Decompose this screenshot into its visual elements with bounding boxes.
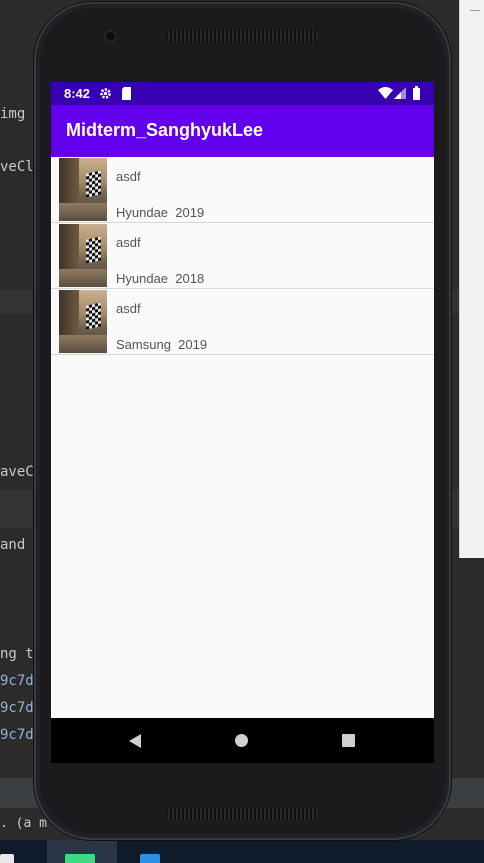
signal-icon [394, 87, 406, 99]
taskbar-file-button[interactable] [0, 840, 20, 863]
code-line: veCl [0, 159, 34, 175]
device-screen: 8:42 Midterm_SanghyukLee asdf Hyundae 20… [51, 82, 434, 763]
app-bar: Midterm_SanghyukLee [51, 105, 434, 157]
code-line: 9c7d [0, 727, 34, 743]
list-item[interactable]: asdf Samsung 2019 [51, 289, 434, 355]
front-camera [106, 32, 115, 41]
top-speaker [166, 30, 318, 42]
code-line: ng t [0, 646, 34, 662]
list-item[interactable]: asdf Hyundae 2019 [51, 157, 434, 223]
code-line: and [0, 537, 26, 553]
home-icon[interactable] [235, 734, 248, 747]
item-thumbnail [59, 224, 107, 287]
list-item[interactable]: asdf Hyundae 2018 [51, 223, 434, 289]
battery-icon [413, 86, 420, 100]
item-name: asdf [116, 301, 141, 316]
minimize-icon[interactable] [470, 10, 480, 11]
item-thumbnail [59, 290, 107, 353]
ide-side-panel [459, 0, 484, 558]
wifi-icon [378, 87, 393, 99]
back-icon[interactable] [129, 734, 141, 748]
code-line: 9c7d [0, 700, 34, 716]
bottom-speaker [166, 808, 318, 820]
app-icon [140, 854, 160, 863]
status-bar: 8:42 [51, 82, 434, 105]
status-time: 8:42 [64, 86, 91, 101]
item-maker-year: Hyundae 2019 [116, 205, 205, 220]
code-line: aveC [0, 464, 34, 480]
emulator-phone-frame: 8:42 Midterm_SanghyukLee asdf Hyundae 20… [34, 2, 451, 840]
code-line: 9c7d [0, 673, 34, 689]
code-line: . (a m [0, 816, 47, 831]
os-taskbar [0, 840, 484, 863]
item-maker-year: Samsung 2019 [116, 337, 208, 352]
sd-card-icon [122, 87, 131, 100]
item-list[interactable]: asdf Hyundae 2019 asdf Hyundae 2018 asdf… [51, 157, 434, 355]
gear-icon [100, 88, 111, 99]
item-name: asdf [116, 235, 141, 250]
recents-icon[interactable] [342, 734, 355, 747]
file-icon [0, 854, 14, 863]
taskbar-app-button[interactable] [47, 840, 117, 863]
taskbar-app-button[interactable] [130, 840, 180, 863]
item-name: asdf [116, 169, 141, 184]
android-icon [65, 854, 95, 863]
item-maker-year: Hyundae 2018 [116, 271, 205, 286]
code-line: img [0, 106, 26, 122]
item-thumbnail [59, 158, 107, 221]
navigation-bar [51, 718, 434, 763]
app-title: Midterm_SanghyukLee [66, 120, 264, 140]
